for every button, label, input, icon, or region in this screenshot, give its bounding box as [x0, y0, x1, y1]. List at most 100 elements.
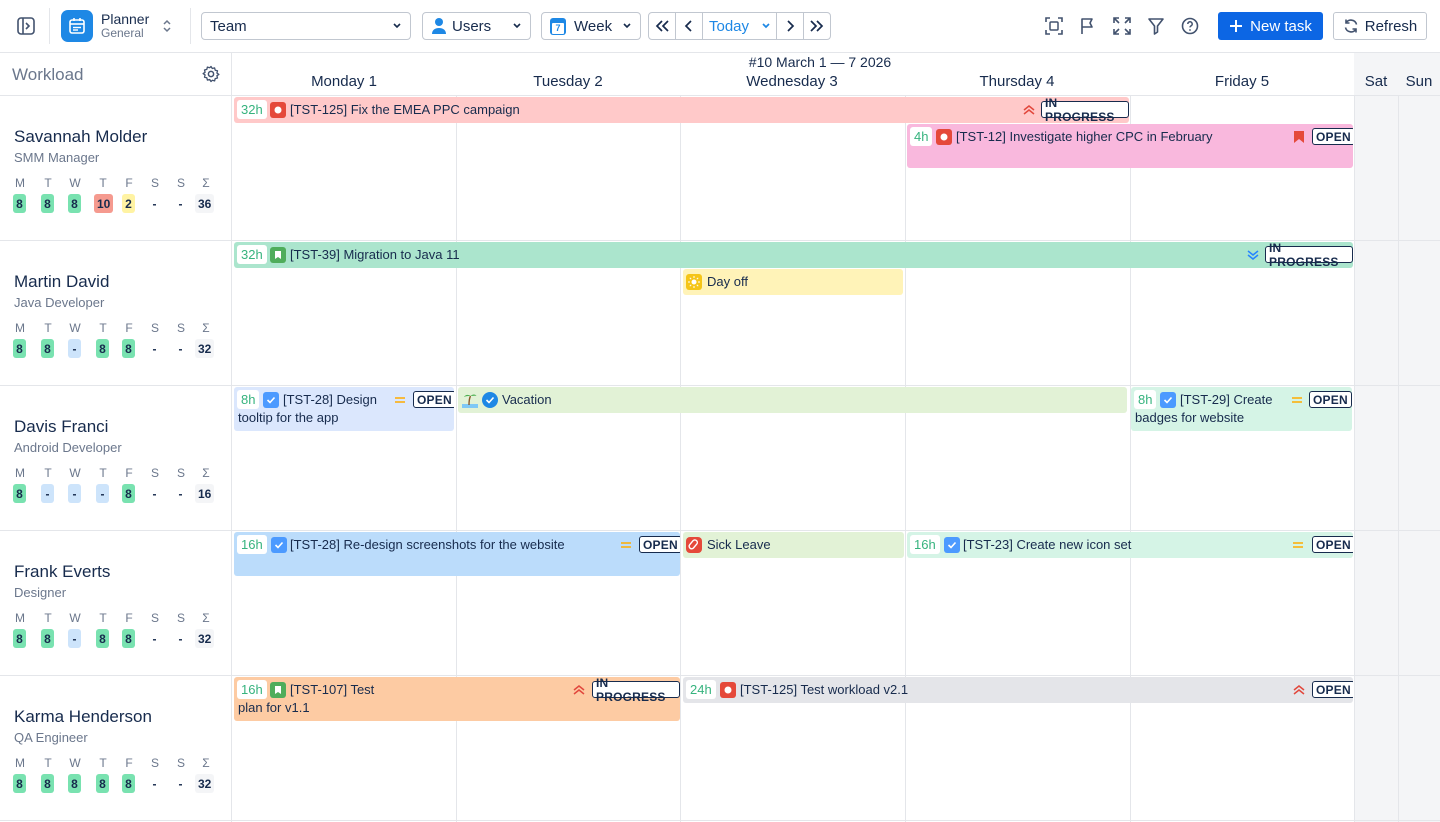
day-hours: 2	[122, 194, 135, 213]
day-letter: S	[150, 321, 159, 335]
day-hours: 10	[94, 194, 114, 213]
users-select-value: Users	[452, 17, 492, 35]
story-icon	[270, 247, 286, 263]
day-letter: S	[176, 611, 185, 625]
day-hours: 8	[68, 774, 81, 793]
refresh-label: Refresh	[1364, 17, 1418, 35]
refresh-button[interactable]: Refresh	[1333, 12, 1427, 40]
day-letter: T	[44, 321, 52, 335]
day-header: Friday 5	[1214, 73, 1270, 90]
day-hours: -	[152, 486, 157, 501]
status-badge: OPEN	[413, 391, 454, 408]
task-bar[interactable]: 16h [TST-107] Test plan for v1.1 IN PROG…	[234, 677, 680, 721]
person-row[interactable]: Martin David Java Developer M T W T F S …	[0, 241, 232, 386]
day-hours: 8	[41, 194, 54, 213]
week-select-value: Week	[574, 17, 613, 35]
day-hours: 8	[96, 629, 109, 648]
person-row[interactable]: Davis Franci Android Developer M T W T F…	[0, 386, 232, 531]
task-bar[interactable]: 16h [TST-28] Re-design screenshots for t…	[234, 532, 680, 576]
task-bar[interactable]: 32h [TST-39] Migration to Java 11 IN PRO…	[234, 242, 1353, 268]
task-hours: 16h	[910, 535, 940, 554]
absence-bar[interactable]: Day off	[683, 269, 903, 295]
day-letter: F	[125, 176, 133, 190]
day-letter: T	[99, 611, 107, 625]
fullscreen-icon[interactable]	[1109, 13, 1135, 39]
new-task-button[interactable]: New task	[1218, 12, 1323, 40]
day-letter: S	[176, 176, 185, 190]
team-select-value: Team	[210, 17, 247, 35]
day-letter: W	[69, 321, 81, 335]
status-badge: OPEN	[1312, 536, 1353, 553]
next-button[interactable]	[777, 13, 804, 39]
absence-bar[interactable]: Vacation	[458, 387, 1127, 413]
previous-button[interactable]	[676, 13, 703, 39]
task-title: [TST-107] Test plan for v1.1	[238, 682, 375, 715]
day-header: Tuesday 2	[533, 73, 603, 90]
day-letter: W	[69, 176, 81, 190]
day-hours: -	[68, 629, 81, 648]
task-bar[interactable]: 4h [TST-12] Investigate higher CPC in Fe…	[907, 124, 1353, 168]
day-letter: T	[99, 756, 107, 770]
day-letter: T	[99, 321, 107, 335]
person-row[interactable]: Savannah Molder SMM Manager M T W T F S …	[0, 96, 232, 241]
day-letter: T	[44, 176, 52, 190]
task-title: [TST-39] Migration to Java 11	[290, 247, 460, 262]
weekend-column	[1354, 53, 1398, 822]
person-role: QA Engineer	[14, 730, 88, 745]
first-page-button[interactable]	[649, 13, 676, 39]
person-name: Davis Franci	[14, 417, 109, 436]
task-bar[interactable]: 24h [TST-125] Test workload v2.1 OPEN	[683, 677, 1353, 703]
flag-icon[interactable]	[1075, 13, 1101, 39]
status-badge: IN PROGRESS	[1265, 242, 1353, 268]
absence-title: Vacation	[502, 392, 552, 407]
day-letter: F	[125, 611, 133, 625]
help-icon[interactable]	[1177, 13, 1203, 39]
task-title: [TST-28] Design tooltip for the app	[238, 392, 377, 425]
day-hours: 8	[13, 339, 26, 358]
app-switcher[interactable]: Planner General	[61, 9, 179, 43]
priority-medium-icon	[621, 542, 631, 548]
week-select[interactable]: 7 Week	[541, 12, 641, 40]
task-bar[interactable]: 8h [TST-29] Create badges for website OP…	[1131, 387, 1352, 431]
day-letter: T	[44, 466, 52, 480]
day-hours: 8	[122, 484, 135, 503]
app-title: Planner	[101, 11, 150, 27]
day-header: Sat	[1364, 73, 1388, 90]
day-hours: -	[178, 631, 183, 646]
users-select[interactable]: Users	[422, 12, 531, 40]
team-select[interactable]: Team	[201, 12, 411, 40]
task-bar[interactable]: 16h [TST-23] Create new icon set OPEN	[907, 532, 1353, 558]
chevron-down-icon	[761, 23, 770, 29]
priority-medium-icon	[1292, 397, 1302, 403]
today-dropdown[interactable]	[755, 13, 777, 39]
focus-icon[interactable]	[1041, 13, 1067, 39]
day-letter: T	[99, 176, 107, 190]
task-bar[interactable]: 32h [TST-125] Fix the EMEA PPC campaign …	[234, 97, 1129, 123]
sidebar-toggle-icon[interactable]	[13, 13, 39, 39]
day-hours: -	[96, 484, 109, 503]
person-row[interactable]: Frank Everts Designer M T W T F S S Σ 8 …	[0, 531, 232, 676]
filter-icon[interactable]	[1143, 13, 1169, 39]
absence-bar[interactable]: Sick Leave	[683, 532, 904, 558]
day-header: Wednesday 3	[746, 73, 838, 90]
refresh-icon	[1344, 19, 1358, 33]
day-header: Thursday 4	[979, 73, 1055, 90]
task-hours: 24h	[686, 680, 716, 699]
last-page-button[interactable]	[804, 13, 830, 39]
week-label: #10 March 1 — 7 2026	[748, 54, 892, 70]
task-check-icon	[944, 537, 960, 553]
today-button[interactable]: Today	[703, 13, 755, 39]
task-bar[interactable]: 8h [TST-28] Design tooltip for the app O…	[234, 387, 454, 431]
priority-low-icon	[1247, 250, 1259, 260]
chevron-down-icon	[623, 23, 631, 29]
day-letter: Σ	[202, 611, 210, 625]
day-hours: 8	[41, 339, 54, 358]
double-chevron-left-icon	[655, 20, 669, 32]
day-hours: 8	[122, 339, 135, 358]
task-title: [TST-125] Fix the EMEA PPC campaign	[290, 102, 520, 117]
chevron-down-icon	[393, 23, 401, 29]
person-name: Karma Henderson	[14, 707, 152, 726]
day-hours: 8	[13, 629, 26, 648]
person-row[interactable]: Karma Henderson QA Engineer M T W T F S …	[0, 676, 232, 821]
task-title: [TST-125] Test workload v2.1	[740, 682, 909, 697]
